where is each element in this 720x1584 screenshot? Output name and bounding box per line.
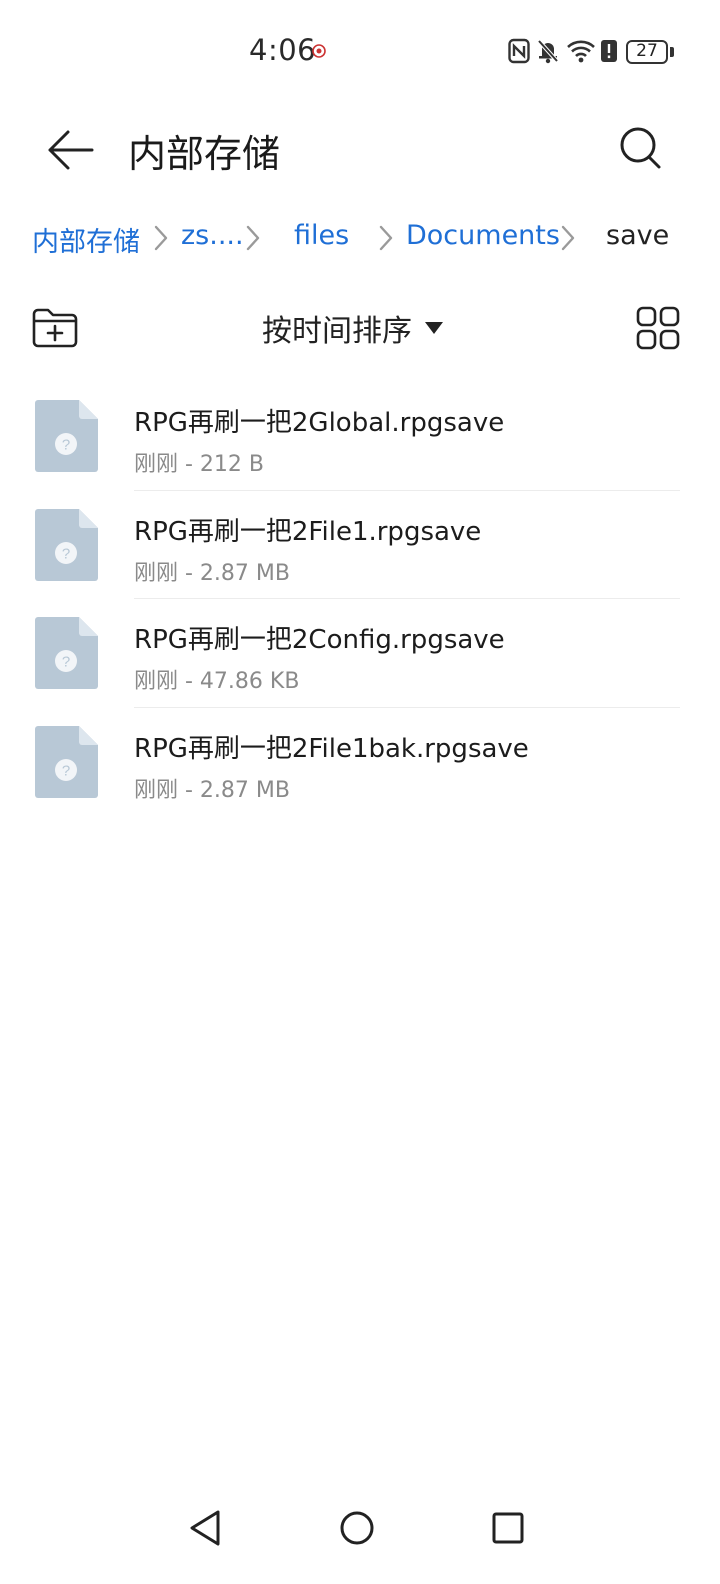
chevron-right-icon [561, 225, 575, 251]
chevron-right-icon [246, 225, 260, 251]
file-list: ? RPG再刷一把2Global.rpgsave 刚刚 - 212 B ? RP… [0, 382, 720, 816]
nfc-icon [508, 38, 530, 64]
file-item[interactable]: ? RPG再刷一把2File1.rpgsave 刚刚 - 2.87 MB [0, 491, 720, 599]
file-name: RPG再刷一把2File1bak.rpgsave [134, 733, 529, 764]
chevron-right-icon [154, 225, 168, 251]
status-time: 4:06 [249, 33, 317, 67]
breadcrumb-item-internal-storage[interactable]: 内部存储 [32, 220, 140, 259]
status-bar: 4:06 27 [0, 0, 720, 105]
folder-add-icon[interactable] [30, 306, 80, 350]
app-bar: 内部存储 [0, 105, 720, 195]
unknown-file-icon: ? [35, 725, 98, 798]
search-icon[interactable] [616, 123, 666, 175]
battery-icon: 27 [626, 40, 668, 64]
svg-text:?: ? [62, 545, 70, 562]
wifi-icon [567, 40, 595, 63]
file-name: RPG再刷一把2Config.rpgsave [134, 625, 505, 655]
file-item[interactable]: ? RPG再刷一把2Config.rpgsave 刚刚 - 47.86 KB [0, 599, 720, 708]
file-name: RPG再刷一把2File1.rpgsave [134, 516, 482, 547]
svg-text:?: ? [62, 437, 70, 454]
file-meta: 刚刚 - 212 B [134, 452, 265, 477]
file-meta: 刚刚 - 2.87 MB [134, 560, 290, 586]
file-name: RPG再刷一把2Global.rpgsave [134, 408, 505, 438]
breadcrumb-item-documents[interactable]: Documents [406, 220, 560, 251]
unknown-file-icon: ? [35, 400, 98, 472]
breadcrumb: 内部存储 zs.... files Documents save [0, 210, 720, 266]
breadcrumb-item-zs[interactable]: zs.... [181, 220, 244, 251]
chevron-right-icon [379, 225, 393, 251]
svg-text:?: ? [62, 654, 70, 671]
file-meta: 刚刚 - 2.87 MB [134, 777, 290, 803]
file-item[interactable]: ? RPG再刷一把2File1bak.rpgsave 刚刚 - 2.87 MB [0, 708, 720, 817]
record-indicator-icon [312, 44, 326, 58]
arrow-left-icon[interactable] [44, 127, 96, 173]
grid-view-icon[interactable] [636, 306, 680, 350]
sort-label: 按时间排序 [262, 314, 412, 349]
file-meta: 刚刚 - 47.86 KB [134, 669, 300, 694]
svg-text:?: ? [62, 762, 70, 779]
sort-button[interactable]: 按时间排序 [262, 306, 444, 350]
nav-recents-icon[interactable] [488, 1508, 528, 1548]
nav-home-icon[interactable] [337, 1508, 377, 1548]
nav-back-icon[interactable] [186, 1508, 226, 1548]
battery-alert-icon [601, 40, 617, 62]
bell-off-icon [537, 39, 559, 64]
battery-tip [670, 47, 674, 57]
breadcrumb-item-files[interactable]: files [294, 220, 349, 251]
unknown-file-icon: ? [35, 508, 98, 581]
unknown-file-icon: ? [35, 617, 98, 689]
page-title: 内部存储 [128, 132, 281, 176]
breadcrumb-item-save: save [606, 220, 670, 251]
toolbar: 按时间排序 [0, 300, 720, 360]
navigation-bar [0, 1490, 720, 1584]
file-item[interactable]: ? RPG再刷一把2Global.rpgsave 刚刚 - 212 B [0, 382, 720, 491]
triangle-down-icon [425, 322, 443, 334]
